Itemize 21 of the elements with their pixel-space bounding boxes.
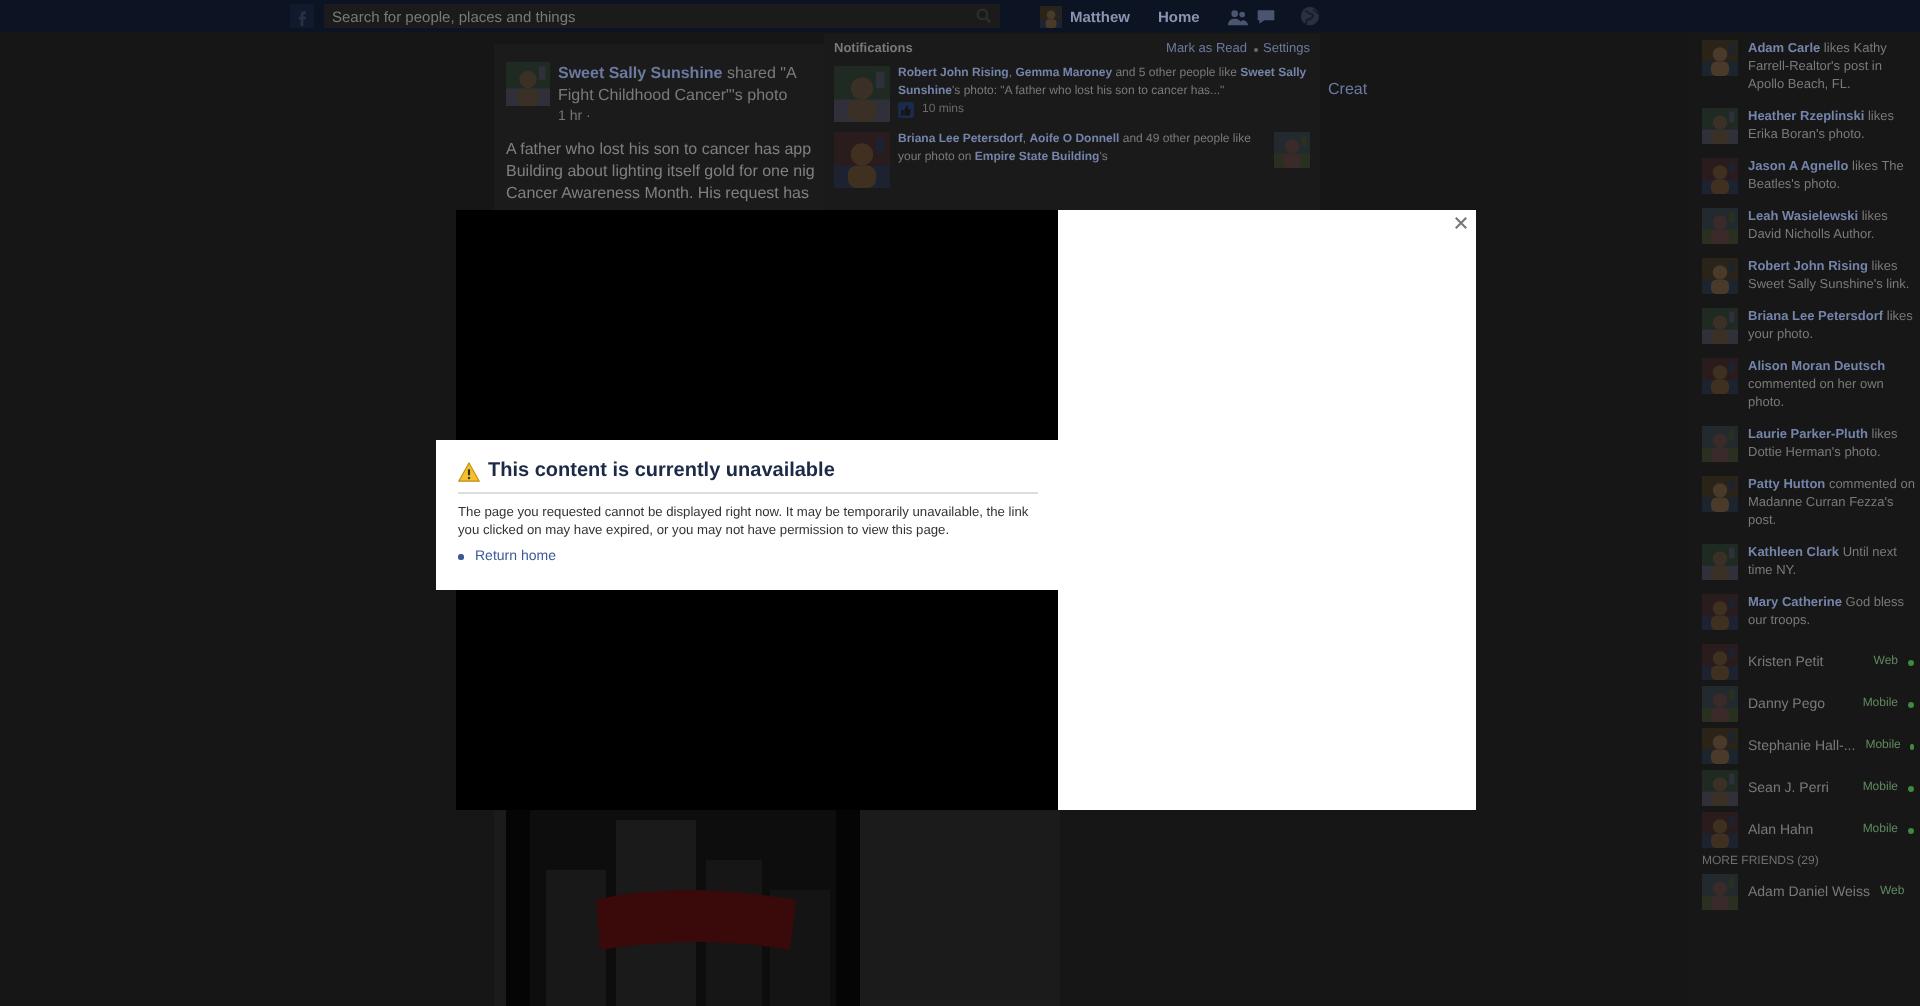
online-dot [1908, 827, 1914, 833]
dialog-title: This content is currently unavailable [488, 460, 835, 482]
author-link[interactable]: Sweet Sally Sunshine [558, 64, 723, 82]
logo-icon[interactable] [290, 4, 314, 28]
share-text: shared "A [726, 64, 797, 82]
online-dot [1908, 785, 1914, 791]
online-dot [1908, 701, 1914, 707]
bullet-icon [458, 554, 463, 560]
like-icon [898, 102, 914, 118]
messages-icon[interactable] [1255, 7, 1276, 25]
post-text: Cancer Awareness Month. His request has [506, 182, 809, 204]
online-dot [1908, 659, 1914, 665]
close-icon[interactable] [1454, 216, 1468, 230]
warning-icon [458, 461, 480, 481]
create-text: Creat [1328, 80, 1368, 98]
post-text: Building about lighting itself gold for one nig [506, 160, 815, 182]
friends-icon[interactable] [1227, 7, 1248, 25]
globe-icon[interactable] [1299, 6, 1320, 26]
online-dot [1910, 743, 1914, 749]
share-text: Fight Childhood Cancer"'s photo [558, 84, 790, 106]
post-text: A father who lost his son to cancer has app [506, 138, 812, 160]
